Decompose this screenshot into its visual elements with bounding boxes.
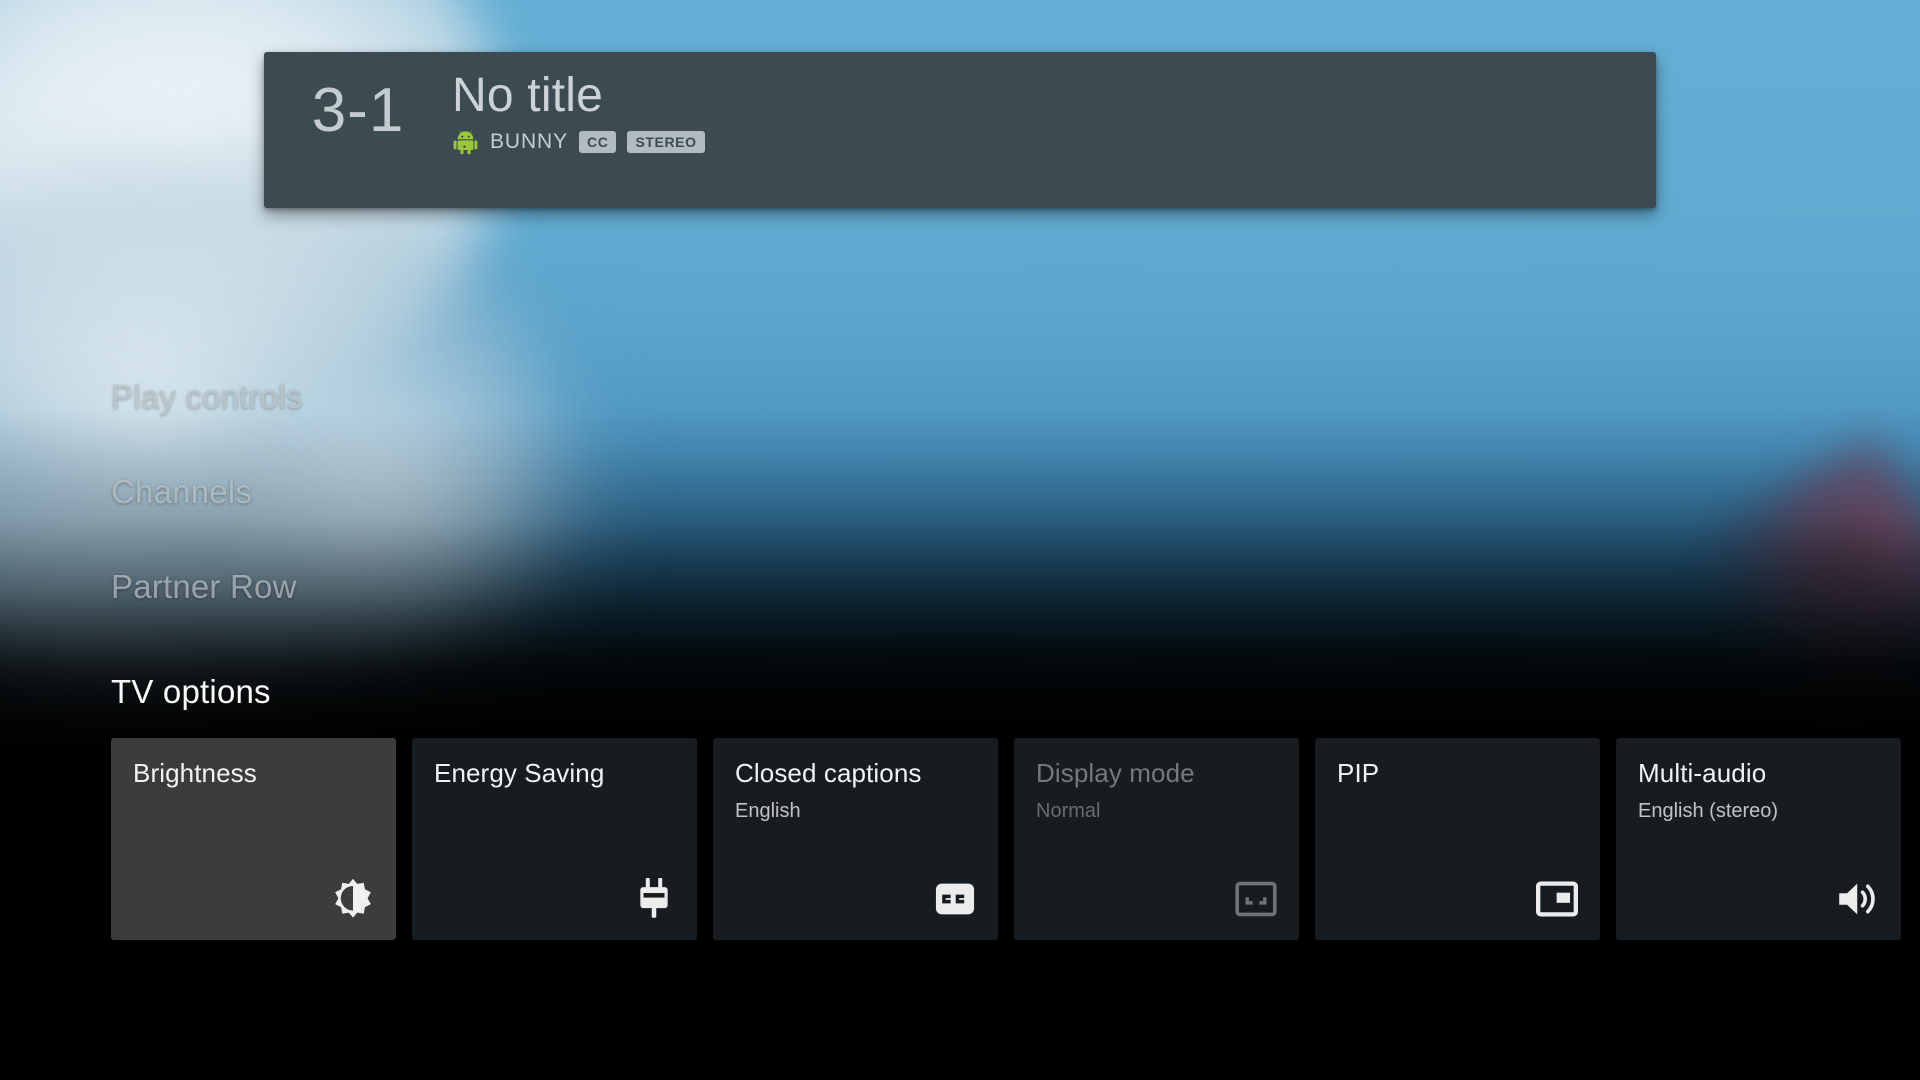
- card-title: Multi-audio: [1638, 758, 1767, 788]
- card-subtitle: Normal: [1036, 799, 1101, 822]
- card-subtitle: English: [735, 799, 801, 822]
- card-title: PIP: [1337, 758, 1380, 788]
- tv-option-card-multi-audio[interactable]: Multi-audio English (stereo): [1616, 738, 1901, 940]
- tv-option-card-pip[interactable]: PIP: [1315, 738, 1600, 940]
- row-menu-item-channels[interactable]: Channels: [111, 475, 751, 508]
- card-title: Display mode: [1036, 758, 1195, 788]
- channel-number: 3-1: [311, 76, 405, 145]
- power-plug-icon: [631, 876, 677, 922]
- channel-meta: BUNNY CC STEREO: [452, 129, 705, 155]
- row-menu-item-partner-row[interactable]: Partner Row: [111, 570, 751, 603]
- channel-banner-body: No title BUNNY CC STEREO: [452, 52, 705, 155]
- tv-option-card-energy-saving[interactable]: Energy Saving: [412, 738, 697, 940]
- tv-options-heading: TV options: [111, 673, 271, 710]
- row-menu: Play controls Channels Partner Row: [111, 380, 751, 665]
- channel-name: BUNNY: [490, 129, 569, 153]
- android-tv-screen: 3-1 No title BUNNY CC STEREO Play contro…: [0, 0, 1920, 1080]
- tv-option-card-closed-captions[interactable]: Closed captions English: [713, 738, 998, 940]
- card-title: Closed captions: [735, 758, 922, 788]
- channel-info-banner: 3-1 No title BUNNY CC STEREO: [264, 52, 1656, 208]
- tv-option-card-display-mode[interactable]: Display mode Normal: [1014, 738, 1299, 940]
- card-title: Brightness: [133, 758, 257, 788]
- cc-icon: [932, 876, 978, 922]
- card-subtitle: English (stereo): [1638, 799, 1779, 822]
- tv-options-card-row: Brightness Energy Saving Closed captions…: [111, 738, 1920, 940]
- cc-badge: CC: [579, 130, 617, 153]
- card-title: Energy Saving: [434, 758, 605, 788]
- volume-up-icon: [1835, 876, 1881, 922]
- tv-option-card-brightness[interactable]: Brightness: [111, 738, 396, 940]
- tv-options-section: TV options Brightness Energy Saving Clos…: [111, 675, 1920, 940]
- aspect-ratio-icon: [1233, 876, 1279, 922]
- stereo-badge: STEREO: [627, 130, 705, 153]
- program-title: No title: [452, 69, 603, 122]
- row-menu-item-play-controls[interactable]: Play controls: [111, 380, 751, 413]
- brightness-icon: [330, 876, 376, 922]
- picture-in-picture-icon: [1534, 876, 1580, 922]
- android-robot-icon: [452, 128, 479, 155]
